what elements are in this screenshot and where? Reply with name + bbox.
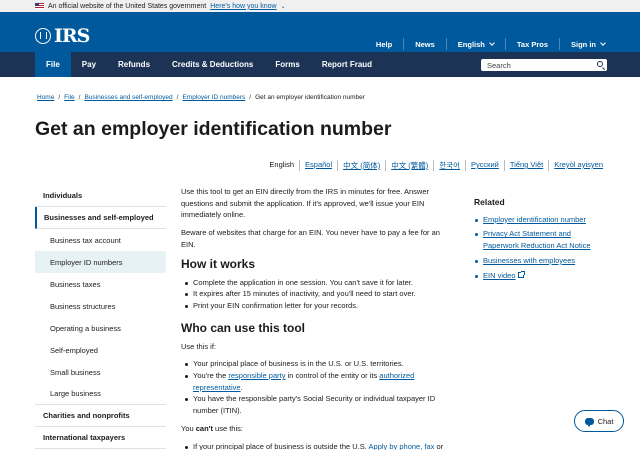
language-menu[interactable]: English [447, 38, 506, 50]
nav-forms[interactable]: Forms [264, 52, 310, 77]
breadcrumb-current: Get an employer identification number [255, 94, 365, 101]
language-selector: English Español 中文 (简体) 中文 (繁體) 한국어 Русс… [264, 160, 603, 171]
lang-chinese-simplified[interactable]: 中文 (简体) [337, 160, 385, 171]
sidebar-item-business-taxes[interactable]: Business taxes [35, 273, 166, 295]
related-link-item: Employer identification number [474, 214, 604, 226]
us-flag-icon [35, 3, 44, 9]
search-input[interactable] [481, 60, 589, 70]
nav-file[interactable]: File [35, 52, 71, 77]
related-link-item: EIN video [474, 270, 604, 282]
related-heading: Related [474, 197, 505, 207]
cant-use-text: You can't use this: [181, 423, 243, 433]
sidebar-item-business-structures[interactable]: Business structures [35, 295, 166, 317]
lang-haitian-creole[interactable]: Kreyòl ayisyen [548, 160, 603, 171]
eagle-seal-icon [35, 28, 51, 44]
nav-refunds[interactable]: Refunds [107, 52, 161, 77]
related-links: Related Employer identification number P… [474, 197, 604, 284]
nav-report-fraud[interactable]: Report Fraud [311, 52, 383, 77]
list-item: You're the responsible party in control … [181, 370, 453, 393]
intro-text: Use this tool to get an EIN directly fro… [181, 187, 430, 220]
irs-logo[interactable]: IRS [35, 25, 90, 47]
gov-banner-text: An official website of the United States… [48, 2, 207, 10]
sidebar-item-charities[interactable]: Charities and nonprofits [35, 405, 166, 427]
breadcrumb-home[interactable]: Home [37, 94, 54, 101]
list-item: If your principal place of business is o… [181, 441, 453, 450]
related-link-item: Businesses with employees [474, 255, 604, 267]
main-content: Use this tool to get an EIN directly fro… [181, 186, 453, 450]
list-item: Complete the application in one session.… [181, 277, 453, 289]
search-icon[interactable] [597, 61, 603, 67]
who-can-use-heading: Who can use this tool [181, 320, 306, 335]
sidebar-item-international[interactable]: International taxpayers [35, 427, 166, 449]
external-link-icon [517, 270, 525, 278]
list-item: You have the responsible party's Social … [181, 393, 453, 416]
news-link[interactable]: News [404, 38, 447, 50]
breadcrumb: Home / File / Businesses and self-employ… [37, 94, 365, 101]
use-if-text: Use this if: [181, 341, 217, 351]
list-item: Your principal place of business is in t… [181, 358, 453, 370]
lang-spanish[interactable]: Español [299, 160, 337, 171]
related-link-ein-video[interactable]: EIN video [483, 271, 516, 280]
sidebar-item-individuals[interactable]: Individuals [35, 185, 166, 207]
chat-bubble-icon [584, 417, 594, 427]
site-header: IRS Help News English Tax Pros Sign in [0, 12, 640, 52]
sidebar-item-small-business[interactable]: Small business [35, 361, 166, 383]
lang-korean[interactable]: 한국어 [433, 160, 465, 171]
lang-russian[interactable]: Русский [465, 160, 504, 171]
sidebar-item-business-tax-account[interactable]: Business tax account [35, 229, 166, 251]
nav-credits-deductions[interactable]: Credits & Deductions [161, 52, 264, 77]
lang-english: English [269, 160, 295, 169]
list-item: It expires after 15 minutes of inactivit… [181, 288, 453, 300]
list-item: Print your EIN confirmation letter for y… [181, 300, 453, 312]
breadcrumb-businesses[interactable]: Businesses and self-employed [84, 94, 172, 101]
heres-how-you-know-link[interactable]: Here's how you know [210, 3, 276, 10]
related-link-businesses-employees[interactable]: Businesses with employees [483, 256, 575, 265]
how-it-works-list: Complete the application in one session.… [181, 277, 453, 312]
chevron-down-icon [600, 40, 606, 46]
sidebar-item-self-employed[interactable]: Self-employed [35, 339, 166, 361]
sidebar-item-employer-id-numbers[interactable]: Employer ID numbers [35, 251, 166, 273]
lang-vietnamese[interactable]: Tiếng Việt [503, 160, 548, 171]
related-link-ein[interactable]: Employer identification number [483, 215, 586, 224]
chat-label: Chat [597, 416, 614, 426]
gov-banner: An official website of the United States… [0, 0, 640, 12]
how-it-works-heading: How it works [181, 256, 256, 271]
sidebar-nav: Individuals Businesses and self-employed… [35, 185, 166, 449]
search-box [481, 59, 607, 71]
sidebar-item-large-business[interactable]: Large business [35, 383, 166, 405]
help-link[interactable]: Help [365, 38, 405, 50]
beware-text: Beware of websites that charge for an EI… [181, 228, 440, 249]
lang-chinese-traditional[interactable]: 中文 (繁體) [385, 160, 433, 171]
tax-pros-link[interactable]: Tax Pros [506, 38, 560, 50]
breadcrumb-employer-id[interactable]: Employer ID numbers [182, 94, 245, 101]
responsible-party-link[interactable]: responsible party [228, 371, 285, 380]
main-nav: File Pay Refunds Credits & Deductions Fo… [0, 52, 640, 77]
related-link-item: Privacy Act Statement and Paperwork Redu… [474, 228, 604, 251]
apply-by-phone-fax-link[interactable]: Apply by phone, fax [369, 442, 435, 450]
breadcrumb-file[interactable]: File [64, 94, 74, 101]
sidebar-item-businesses[interactable]: Businesses and self-employed [35, 207, 166, 229]
who-can-use-list: Your principal place of business is in t… [181, 358, 453, 417]
sign-in-menu[interactable]: Sign in [560, 38, 606, 50]
chevron-down-icon [489, 40, 495, 46]
page-title: Get an employer identification number [35, 118, 392, 140]
cant-use-list: If your principal place of business is o… [181, 441, 453, 450]
sidebar-item-operating-a-business[interactable]: Operating a business [35, 317, 166, 339]
nav-pay[interactable]: Pay [71, 52, 107, 77]
related-link-privacy-act[interactable]: Privacy Act Statement and Paperwork Redu… [483, 229, 591, 250]
chat-button[interactable]: Chat [574, 410, 624, 432]
chevron-down-icon[interactable]: ⌄ [281, 3, 286, 10]
